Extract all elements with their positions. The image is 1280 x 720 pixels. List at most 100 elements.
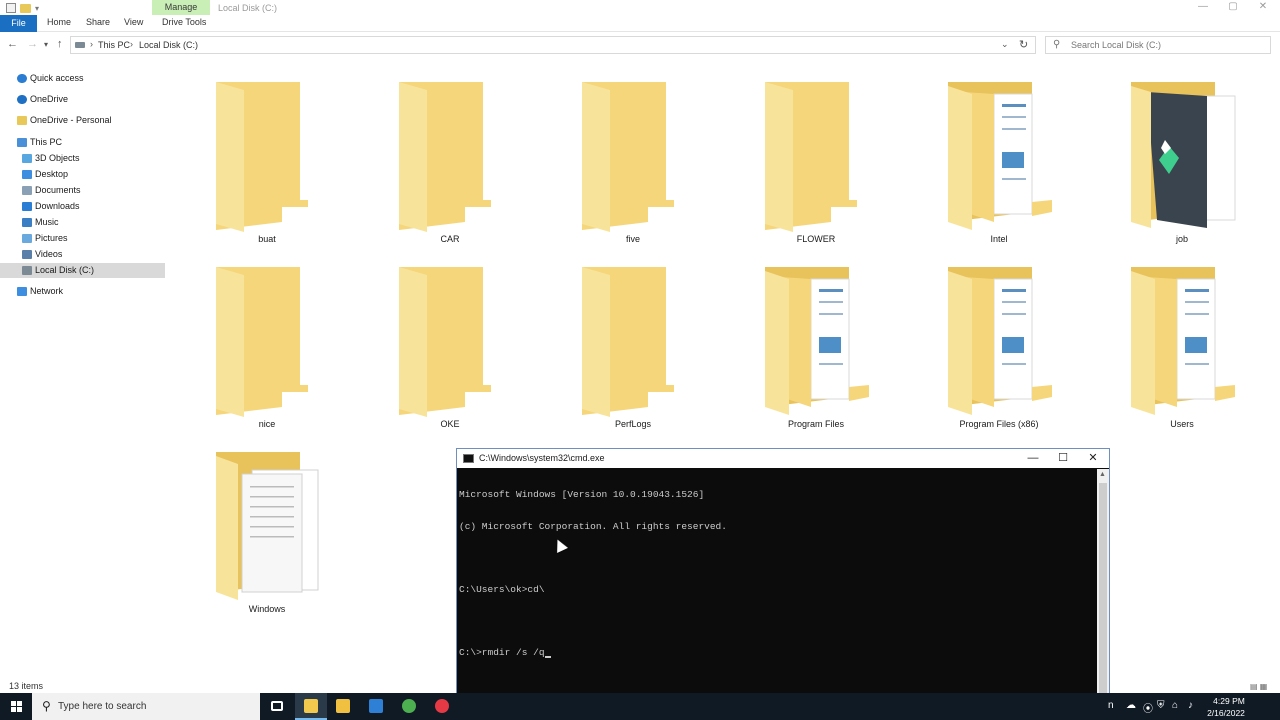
folder-car[interactable]: CAR xyxy=(375,60,525,244)
sidebar-item-label: OneDrive xyxy=(30,94,69,104)
folder-label: Program Files xyxy=(787,419,844,429)
manage-context-tab[interactable]: Manage xyxy=(152,0,210,15)
address-dropdown-icon[interactable]: ⌄ xyxy=(1001,39,1009,50)
cloud-icon xyxy=(17,95,27,104)
taskbar-microsoft-store-button[interactable] xyxy=(327,693,359,720)
sidebar-item-onedrive[interactable]: OneDrive xyxy=(0,92,165,107)
scroll-up-icon[interactable]: ▲ xyxy=(1099,471,1106,478)
taskbar-task-view-button[interactable] xyxy=(262,693,294,720)
chrome-icon xyxy=(402,699,416,713)
start-button[interactable] xyxy=(0,693,32,720)
taskbar-search-box[interactable]: ⚲ Type here to search xyxy=(32,693,260,720)
clock-date[interactable]: 2/16/2022 xyxy=(1203,708,1249,718)
breadcrumb-separator-icon[interactable]: › xyxy=(130,39,133,49)
back-arrow-icon[interactable]: ← xyxy=(7,38,18,50)
folder-five[interactable]: five xyxy=(558,60,708,244)
sidebar-item-desktop[interactable]: Desktop xyxy=(0,167,165,182)
sidebar-item-label: Desktop xyxy=(35,169,69,179)
sidebar-item-label: Quick access xyxy=(30,73,84,83)
taskbar-mail-button[interactable] xyxy=(360,693,392,720)
breadcrumb-this-pc[interactable]: This PC xyxy=(98,40,130,50)
sidebar-item-label: Music xyxy=(35,217,59,227)
properties-icon[interactable] xyxy=(6,3,16,13)
star-icon xyxy=(17,74,27,83)
tab-file[interactable]: File xyxy=(0,15,37,32)
sidebar-item-downloads[interactable]: Downloads xyxy=(0,199,165,214)
command-prompt-window[interactable]: C:\Windows\system32\cmd.exe — ☐ ✕ Micros… xyxy=(456,448,1110,720)
clock-time[interactable]: 4:29 PM xyxy=(1209,696,1249,706)
folder-oke[interactable]: OKE xyxy=(375,245,525,429)
cmd-console-output[interactable]: Microsoft Windows [Version 10.0.19043.15… xyxy=(459,469,1095,719)
breadcrumb-local-disk[interactable]: Local Disk (C:) xyxy=(139,40,198,50)
scroll-thumb[interactable] xyxy=(1099,483,1107,711)
cmd-line: Microsoft Windows [Version 10.0.19043.15… xyxy=(459,489,705,500)
microphone-icon[interactable]: ⦿ xyxy=(1143,700,1153,715)
sidebar-item-documents[interactable]: Documents xyxy=(0,183,165,198)
mail-icon xyxy=(369,699,383,713)
folder-icon xyxy=(17,116,27,125)
folder-label: OKE xyxy=(440,419,460,429)
folder-flower[interactable]: FLOWER xyxy=(741,60,891,244)
sidebar-item-onedrive-personal[interactable]: OneDrive - Personal xyxy=(0,113,165,128)
recent-locations-chevron-icon[interactable]: ▾ xyxy=(44,40,48,49)
search-input[interactable]: ⚲ Search Local Disk (C:) xyxy=(1045,36,1271,54)
folder-nice[interactable]: nice xyxy=(192,245,342,429)
breadcrumb-separator-icon[interactable]: › xyxy=(90,39,93,49)
sidebar-item-local-disk-c[interactable]: Local Disk (C:) xyxy=(0,263,165,278)
folder-program-files[interactable]: Program Files xyxy=(741,245,891,429)
sidebar-item-music[interactable]: Music xyxy=(0,215,165,230)
sidebar-item-this-pc[interactable]: This PC xyxy=(0,135,165,150)
folder-buat[interactable]: buat xyxy=(192,60,342,244)
customize-qat-icon[interactable]: ▾ xyxy=(35,4,39,13)
search-icon: ⚲ xyxy=(1053,39,1061,50)
taskbar-search-placeholder: Type here to search xyxy=(58,701,147,712)
minimize-button[interactable]: — xyxy=(1188,0,1218,15)
forward-arrow-icon[interactable]: → xyxy=(27,38,38,50)
sidebar-item-label: 3D Objects xyxy=(35,153,80,163)
cmd-window-title: C:\Windows\system32\cmd.exe xyxy=(479,453,605,463)
sidebar-item-pictures[interactable]: Pictures xyxy=(0,231,165,246)
maximize-button[interactable]: ▢ xyxy=(1218,0,1248,15)
onedrive-icon[interactable]: ☁ xyxy=(1126,700,1136,711)
sidebar-item-3d-objects[interactable]: 3D Objects xyxy=(0,151,165,166)
cmd-maximize-button[interactable]: ☐ xyxy=(1048,451,1078,466)
cmd-scrollbar[interactable]: ▲ xyxy=(1097,469,1109,719)
volume-icon[interactable]: ♪ xyxy=(1188,700,1193,711)
refresh-icon[interactable]: ↻ xyxy=(1019,38,1028,51)
item-count: 13 items xyxy=(9,681,44,691)
cmd-minimize-button[interactable]: — xyxy=(1018,451,1048,466)
sidebar-item-label: Documents xyxy=(35,185,81,195)
folder-intel[interactable]: Intel xyxy=(924,60,1074,244)
folder-job[interactable]: job xyxy=(1107,60,1257,244)
folder-label: Intel xyxy=(990,234,1008,244)
security-icon[interactable]: ⛨ xyxy=(1157,700,1165,711)
cmd-input-text[interactable]: C:\>rmdir /s /q xyxy=(459,647,545,658)
tab-drive-tools[interactable]: Drive Tools xyxy=(162,17,206,27)
tab-share[interactable]: Share xyxy=(86,17,110,27)
windows-logo-icon xyxy=(17,707,22,712)
taskbar-chrome-button[interactable] xyxy=(393,693,425,720)
sidebar-item-network[interactable]: Network xyxy=(0,284,165,299)
new-folder-icon[interactable] xyxy=(20,3,31,13)
address-bar[interactable]: › This PC › Local Disk (C:) ⌄ ↻ xyxy=(70,36,1036,54)
tab-home[interactable]: Home xyxy=(47,17,71,27)
view-toggle-icons[interactable]: ▤ ▦ xyxy=(1250,682,1267,691)
drive-icon xyxy=(22,266,32,275)
text-cursor xyxy=(544,656,551,658)
folder-users[interactable]: Users xyxy=(1107,245,1257,429)
folder-windows[interactable]: Windows xyxy=(192,430,342,614)
sidebar-item-videos[interactable]: Videos xyxy=(0,247,165,262)
cmd-close-button[interactable]: ✕ xyxy=(1078,451,1108,466)
sidebar-item-quick-access[interactable]: Quick access xyxy=(0,71,165,86)
taskbar-vivaldi-button[interactable] xyxy=(426,693,458,720)
close-button[interactable]: ✕ xyxy=(1248,0,1278,15)
taskbar-file-explorer-button[interactable] xyxy=(295,693,327,720)
cmd-title-bar[interactable]: C:\Windows\system32\cmd.exe — ☐ ✕ xyxy=(457,449,1109,468)
folder-perflogs[interactable]: PerfLogs xyxy=(558,245,708,429)
network-icon[interactable]: ⌂ xyxy=(1172,700,1178,711)
sidebar-item-label: OneDrive - Personal xyxy=(30,115,112,125)
up-arrow-icon[interactable]: ↑ xyxy=(57,38,63,50)
language-indicator[interactable]: n xyxy=(1108,700,1114,711)
folder-program-files-x86[interactable]: Program Files (x86) xyxy=(924,245,1074,429)
tab-view[interactable]: View xyxy=(124,17,143,27)
